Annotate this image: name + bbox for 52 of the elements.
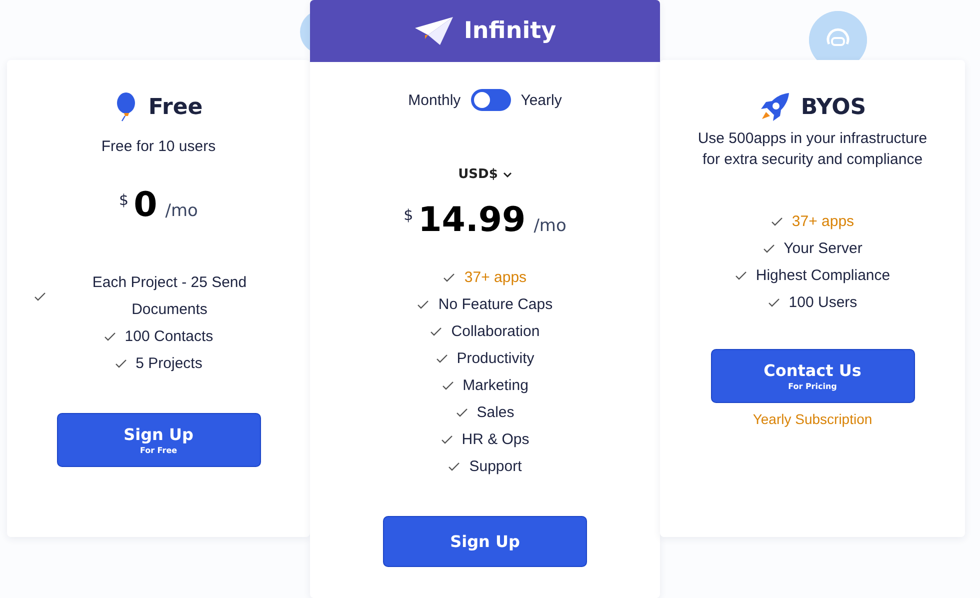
contact-us-button[interactable]: Contact Us For Pricing — [710, 349, 914, 403]
plan-description: Use 500apps in your infrastructure for extra security and compliance — [696, 129, 928, 170]
feature-text: Highest Compliance — [756, 267, 890, 284]
sign-up-button[interactable]: Sign Up For Free — [56, 413, 260, 467]
check-icon — [443, 273, 456, 282]
check-icon — [430, 327, 442, 336]
plan-title: Infinity — [464, 18, 556, 44]
price: 14.99 — [418, 200, 526, 240]
toggle-label: Monthly — [408, 92, 461, 108]
check-icon — [436, 354, 448, 363]
feature-text: Productivity — [456, 350, 534, 367]
feature-text: 100 Contacts — [124, 328, 214, 345]
check-icon — [768, 298, 780, 307]
plan-title: Free — [148, 94, 203, 120]
rocket-icon — [758, 92, 791, 122]
toggle-label: Yearly — [520, 92, 562, 108]
price-period: /mo — [165, 201, 198, 221]
feature-text: Collaboration — [451, 323, 540, 340]
feature-text: 5 Projects — [136, 355, 202, 372]
plan-title: BYOS — [800, 94, 866, 120]
check-icon — [34, 292, 46, 300]
subscription-note: Yearly Subscription — [752, 411, 872, 427]
check-icon — [114, 359, 127, 368]
paper-plane-icon — [414, 16, 454, 46]
check-icon — [456, 408, 468, 417]
feature-text: No Feature Caps — [438, 296, 553, 313]
feature-text: Marketing — [462, 377, 528, 394]
chevron-down-icon — [502, 172, 512, 178]
plan-subtitle: Free for 10 users — [101, 138, 216, 155]
check-icon — [448, 462, 460, 471]
feature-text: HR & Ops — [462, 431, 530, 448]
currency-symbol: $ — [119, 191, 129, 209]
check-icon — [104, 332, 116, 341]
feature-text: 37+ apps — [464, 269, 527, 286]
check-icon — [770, 217, 783, 226]
feature-text: Support — [469, 458, 522, 475]
feature-text: Sales — [476, 404, 514, 421]
feature-text: Each Project - 25 Send Documents — [91, 273, 248, 320]
sign-up-button[interactable]: Sign Up — [383, 516, 587, 567]
check-icon — [762, 244, 775, 253]
check-icon — [417, 300, 430, 309]
price: 0 — [134, 185, 158, 225]
currency-symbol: $ — [404, 206, 414, 224]
currency-dropdown[interactable]: USD$ — [458, 167, 512, 182]
check-icon — [442, 381, 454, 390]
billing-toggle[interactable] — [470, 89, 511, 111]
check-icon — [440, 435, 453, 444]
feature-text: 100 Users — [788, 294, 858, 311]
check-icon — [734, 271, 747, 280]
feature-text: 37+ apps — [792, 213, 854, 230]
feature-text: Your Server — [784, 240, 862, 257]
price-period: /mo — [534, 216, 566, 236]
